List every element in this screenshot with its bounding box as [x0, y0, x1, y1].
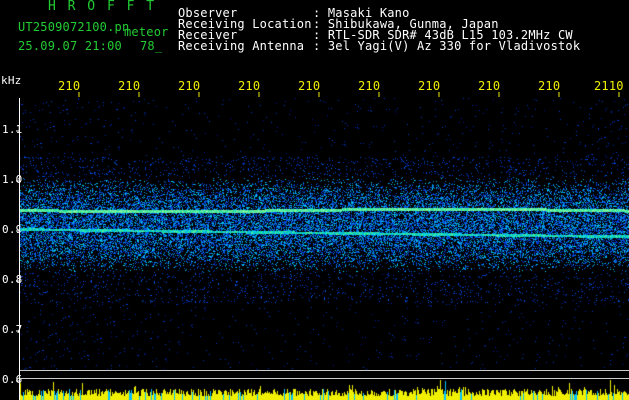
hrofft-window: H R O F F T UT2509072100.pn meteor 25.09…	[0, 0, 629, 400]
spectrogram-waterfall	[20, 98, 629, 400]
